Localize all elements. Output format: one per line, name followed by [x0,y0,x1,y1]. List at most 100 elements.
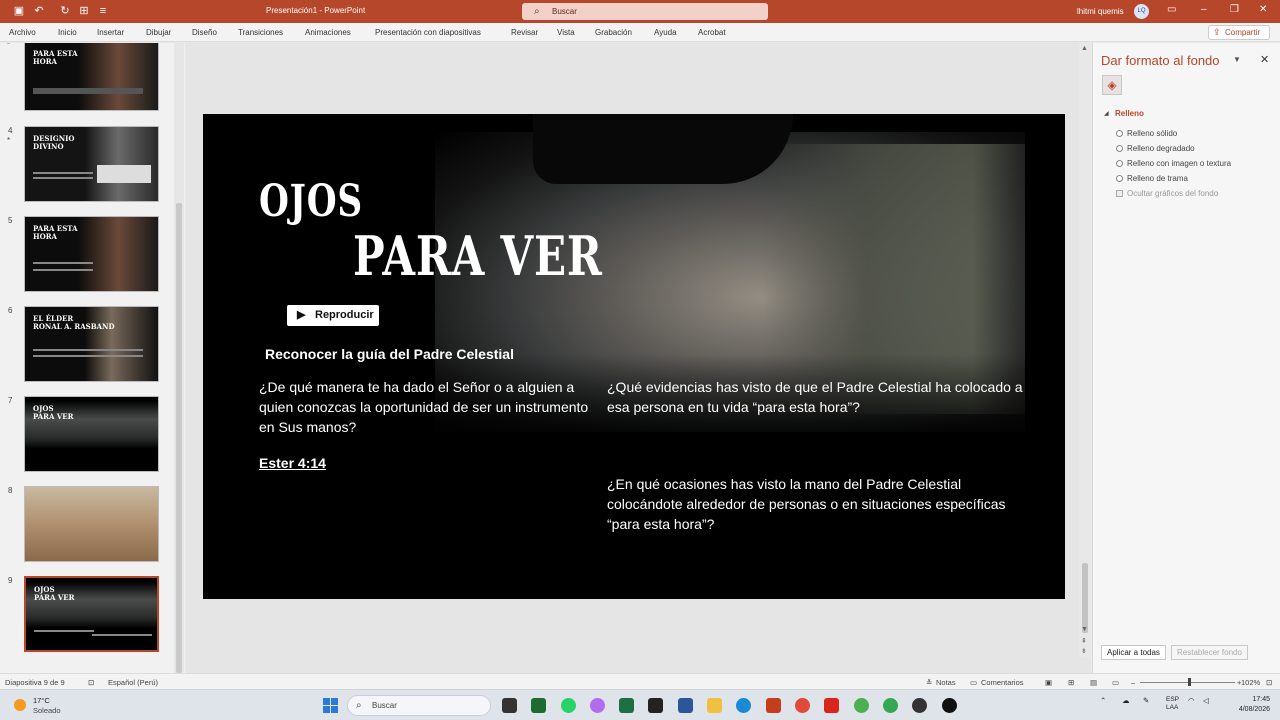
chrome-icon[interactable] [795,698,810,713]
thumbnails-scrollbar[interactable] [174,43,184,673]
prev-slide-icon[interactable]: ⇞ [1081,637,1087,645]
reset-background-button[interactable]: Restablecer fondo [1171,645,1248,660]
input-language[interactable]: ESP LAA [1166,696,1179,712]
share-button[interactable]: ⇪ Compartir [1208,25,1270,40]
pen-icon[interactable]: ✎ [1143,696,1149,705]
scrollbar-thumb[interactable] [1082,563,1088,633]
question-2[interactable]: ¿Qué evidencias has visto de que el Padr… [607,377,1037,417]
tab-transiciones[interactable]: Transiciones [238,28,283,37]
radio[interactable] [1116,175,1123,182]
slide-title-line2[interactable]: PARA VER [353,224,603,288]
scroll-up-icon[interactable]: ▲ [1081,45,1088,52]
restore-icon[interactable]: ❐ [1230,4,1239,15]
collapse-icon[interactable]: ◢ [1104,110,1109,117]
tray-overflow-icon[interactable]: ⌃ [1100,696,1106,705]
radio[interactable] [1116,160,1123,167]
redo-icon[interactable]: ↻ [58,4,72,18]
slide-title-line1[interactable]: OJOS [259,176,363,227]
slide-thumbnail[interactable]: 4 * DESIGNIO DIVINO [0,126,172,204]
normal-view-icon[interactable]: ▣ [1045,678,1052,687]
slide-thumbnail[interactable]: * PARA ESTA HORA [0,43,172,113]
fill-section-header[interactable]: Relleno [1115,109,1144,118]
slideshow-icon[interactable]: ▭ [1112,678,1119,687]
chrome-profile-2-icon[interactable] [883,698,898,713]
edge-icon[interactable] [736,698,751,713]
slide[interactable]: OJOS PARA VER ▶ Reproducir Reconocer la … [203,114,1065,599]
word-icon[interactable] [678,698,693,713]
windows-start-icon[interactable] [323,698,338,713]
acrobat-icon[interactable] [824,698,839,713]
tab-diseno[interactable]: Diseño [192,28,217,37]
fill-picture-option[interactable]: Relleno con imagen o textura [1116,159,1231,168]
zoom-out-icon[interactable]: – [1131,678,1135,687]
powerpoint-icon[interactable] [766,698,781,713]
hide-background-graphics-checkbox[interactable]: Ocultar gráficos del fondo [1116,189,1218,198]
nvidia-icon[interactable] [531,698,546,713]
clock[interactable]: 17:45 4/08/2026 [1222,695,1270,715]
tab-insertar[interactable]: Insertar [97,28,124,37]
tab-presentacion[interactable]: Presentación con diapositivas [375,28,481,37]
tab-animaciones[interactable]: Animaciones [305,28,351,37]
zoom-level[interactable]: 102% [1241,678,1260,687]
notes-button[interactable]: Notas [936,678,956,687]
question-1[interactable]: ¿De qué manera te ha dado el Señor o a a… [259,377,595,437]
search-input[interactable]: ⌕ Buscar [522,3,768,20]
scripture-reference[interactable]: Ester 4:14 [259,455,326,471]
close-icon[interactable]: ✕ [1259,4,1267,15]
start-from-beginning-icon[interactable]: ⊞ [77,4,91,18]
slide-sorter-icon[interactable]: ⊞ [1068,678,1074,687]
fill-solid-option[interactable]: Relleno sólido [1116,129,1177,138]
question-3[interactable]: ¿En qué ocasiones has visto la mano del … [607,474,1037,534]
reading-view-icon[interactable]: ▤ [1090,678,1097,687]
whatsapp-icon[interactable] [561,698,576,713]
tab-vista[interactable]: Vista [557,28,575,37]
comments-button[interactable]: Comentarios [981,678,1024,687]
fill-gradient-option[interactable]: Relleno degradado [1116,144,1195,153]
pane-options-icon[interactable]: ▼ [1233,55,1241,64]
excel-icon[interactable] [619,698,634,713]
comments-icon[interactable]: ▭ [970,678,977,687]
checkbox[interactable] [1116,190,1123,197]
slide-thumbnail[interactable]: 6 EL ÉLDER RONAL A. RASBAND [0,306,172,384]
taskbar-search-input[interactable]: ⌕ Buscar [347,695,491,716]
weather-temperature[interactable]: 17°C [33,696,50,705]
wifi-icon[interactable]: ◠ [1188,696,1195,705]
speaker-icon[interactable]: ◁ [1203,696,1209,705]
pane-close-icon[interactable]: ✕ [1260,53,1269,66]
tab-acrobat[interactable]: Acrobat [698,28,726,37]
fill-pattern-option[interactable]: Relleno de trama [1116,174,1188,183]
tab-grabacion[interactable]: Grabación [595,28,632,37]
tab-inicio[interactable]: Inicio [58,28,77,37]
fill-bucket-icon[interactable]: ◈ [1102,75,1122,95]
copilot-icon[interactable] [590,698,605,713]
calculator-icon[interactable] [648,698,663,713]
file-explorer-icon[interactable] [707,698,722,713]
cloud-icon[interactable]: ☁ [1122,696,1130,705]
slide-thumbnail-selected[interactable]: 9 OJOS PARA VER [0,576,172,654]
weather-description[interactable]: Soleado [33,706,61,715]
zoom-slider-thumb[interactable] [1188,678,1191,686]
customize-toolbar-icon[interactable]: ≡ [96,4,110,18]
slide-subtitle[interactable]: Reconocer la guía del Padre Celestial [265,346,514,362]
slide-scrollbar[interactable]: ▲ ▼ ⇞ ⇟ [1079,43,1091,658]
avatar[interactable]: LQ [1134,4,1149,19]
slide-thumbnail[interactable]: 8 [0,486,172,564]
apply-to-all-button[interactable]: Aplicar a todas [1101,645,1166,660]
ribbon-display-icon[interactable]: ▭ [1167,4,1176,15]
language-indicator[interactable]: Español (Perú) [108,678,158,687]
save-icon[interactable]: ▣ [12,4,26,18]
scrollbar-thumb[interactable] [176,203,182,673]
notes-icon[interactable]: ≚ [926,678,932,687]
task-view-icon[interactable] [502,698,517,713]
scroll-down-icon[interactable]: ▼ [1081,626,1088,633]
tab-revisar[interactable]: Revisar [511,28,538,37]
tab-ayuda[interactable]: Ayuda [654,28,677,37]
tab-archivo[interactable]: Archivo [9,28,36,37]
weather-sun-icon[interactable] [14,699,26,711]
fit-slide-icon[interactable]: ⊡ [1266,678,1272,687]
slide-thumbnail[interactable]: 7 OJOS PARA VER [0,396,172,474]
slide-thumbnail[interactable]: 5 PARA ESTA HORA [0,216,172,294]
user-name[interactable]: lhitmi quemis [1077,7,1124,16]
play-video-button[interactable]: ▶ Reproducir [287,305,379,326]
media-player-icon[interactable] [942,698,957,713]
